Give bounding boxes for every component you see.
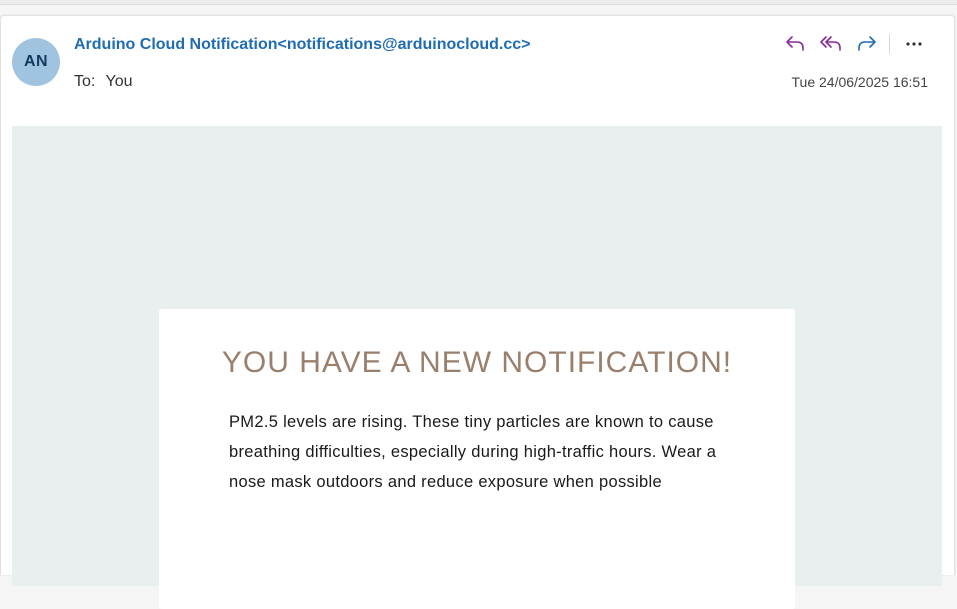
to-label: To: [74,73,96,90]
reply-all-icon [820,36,841,51]
reading-pane: AN Arduino Cloud Notification<notificati… [0,15,955,609]
reply-all-button[interactable] [813,30,849,58]
notification-text: PM2.5 levels are rising. These tiny part… [229,413,717,491]
recipient-line: To: You [74,73,133,91]
forward-icon [858,36,876,51]
avatar: AN [12,38,60,86]
notification-card: YOU HAVE A NEW NOTIFICATION! PM2.5 level… [159,309,795,609]
recipient-name[interactable]: You [106,73,133,90]
reply-button[interactable] [777,30,813,58]
received-date: Tue 24/06/2025 16:51 [791,74,929,90]
message-actions [777,30,932,58]
actions-divider [889,34,890,54]
sender-name[interactable]: Arduino Cloud Notification<notifications… [74,36,531,54]
more-icon [906,42,922,46]
forward-button[interactable] [849,30,885,58]
window-top-strip [0,0,957,5]
reply-icon [786,36,804,51]
message-body: YOU HAVE A NEW NOTIFICATION! PM2.5 level… [12,126,942,609]
more-actions-button[interactable] [896,30,932,58]
notification-title: YOU HAVE A NEW NOTIFICATION! [221,346,733,379]
